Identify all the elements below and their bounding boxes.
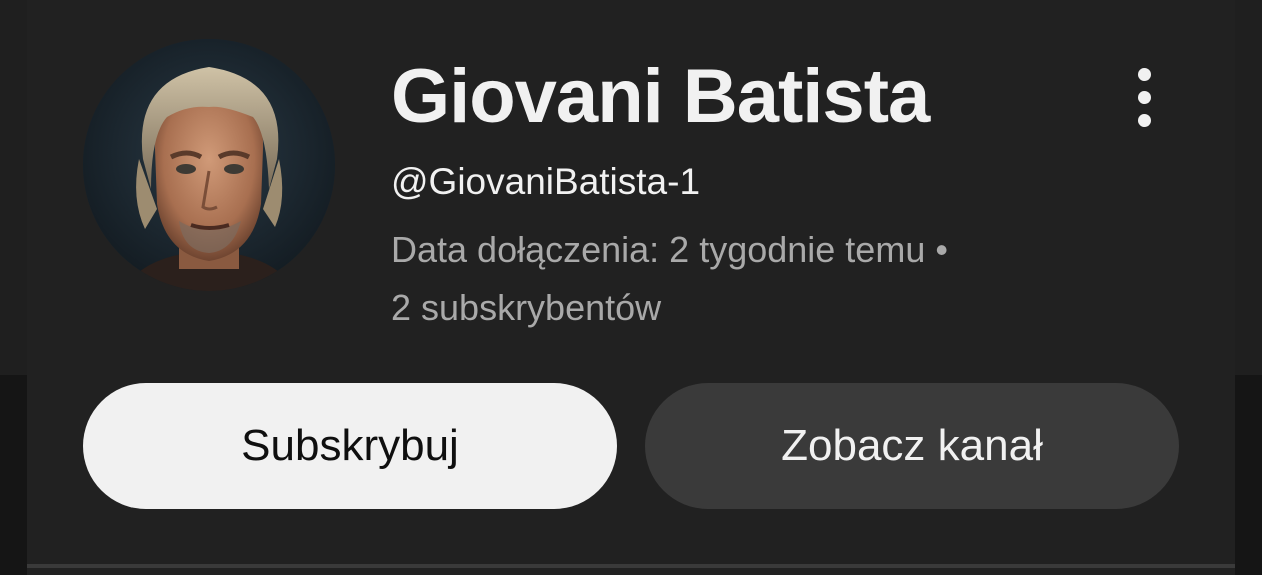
joined-date: Data dołączenia: 2 tygodnie temu •: [391, 229, 948, 270]
more-vert-icon-dot: [1137, 113, 1151, 127]
channel-name: Giovani Batista: [391, 54, 930, 139]
channel-meta: Data dołączenia: 2 tygodnie temu • 2 sub…: [391, 221, 1111, 337]
more-options-button[interactable]: [1114, 62, 1174, 132]
subscriber-count: 2 subskrybentów: [391, 287, 662, 328]
view-channel-label: Zobacz kanał: [781, 421, 1043, 470]
avatar-portrait: [83, 39, 335, 291]
channel-avatar[interactable]: [83, 39, 335, 291]
subscribe-label: Subskrybuj: [241, 421, 459, 470]
subscribe-button[interactable]: Subskrybuj: [83, 383, 617, 509]
view-channel-button[interactable]: Zobacz kanał: [645, 383, 1179, 509]
more-vert-icon-dot: [1137, 90, 1151, 104]
more-vert-icon: [1137, 67, 1151, 81]
channel-handle: @GiovaniBatista-1: [391, 161, 701, 202]
divider: [27, 564, 1235, 568]
